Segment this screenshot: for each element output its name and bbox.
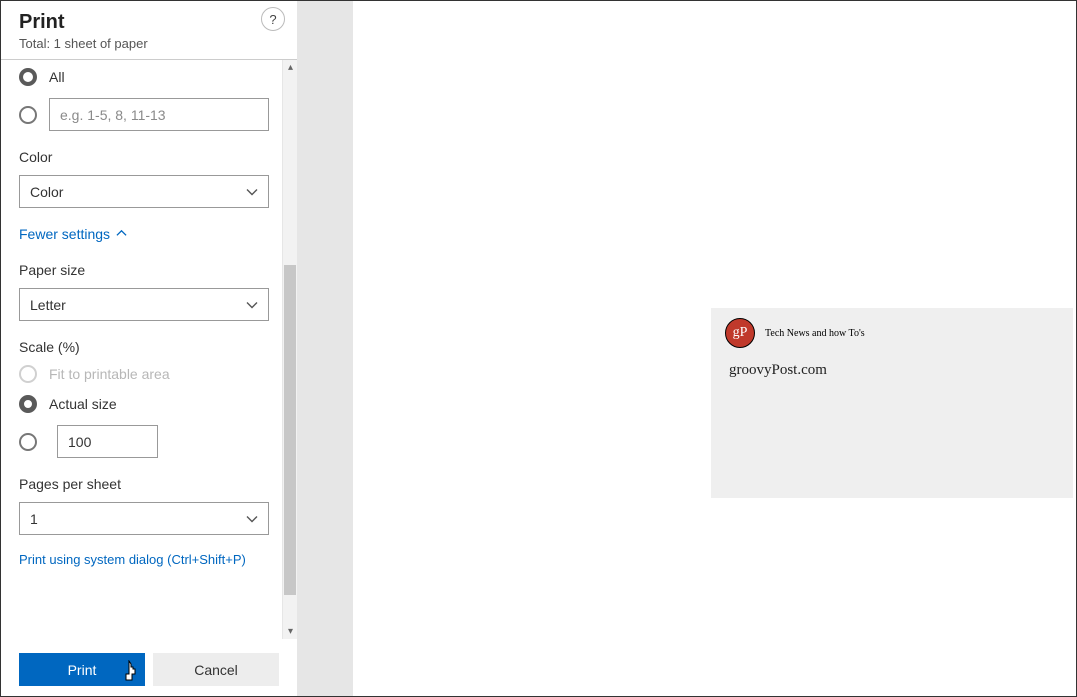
print-preview: gP Tech News and how To's groovyPost.com [353,1,1076,696]
print-button[interactable]: Print [19,653,145,686]
scale-fit-label: Fit to printable area [49,366,170,382]
paper-size-select[interactable]: Letter [19,288,269,321]
settings-scroll-area: All Color Color Fewer settings [1,59,297,639]
fewer-settings-toggle[interactable]: Fewer settings [19,226,127,242]
pps-value: 1 [30,511,38,527]
fewer-settings-label: Fewer settings [19,226,110,242]
system-dialog-link[interactable]: Print using system dialog (Ctrl+Shift+P) [19,552,246,567]
scale-actual-option[interactable]: Actual size [19,395,279,413]
preview-header: gP Tech News and how To's [711,308,1073,348]
settings-content: All Color Color Fewer settings [1,60,297,639]
pps-label: Pages per sheet [19,476,279,492]
help-button[interactable]: ? [261,7,285,31]
pages-range-input[interactable] [49,98,269,131]
chevron-down-icon [246,186,258,198]
radio-icon [19,106,37,124]
site-logo-icon: gP [725,318,755,348]
dialog-title: Print [19,11,279,34]
site-name: groovyPost.com [711,348,1073,379]
site-tagline: Tech News and how To's [765,328,865,339]
cursor-icon [123,660,141,682]
cancel-button[interactable]: Cancel [153,653,279,686]
preview-page: gP Tech News and how To's groovyPost.com [711,308,1073,498]
scrollbar[interactable]: ▴ ▾ [282,60,297,639]
pps-select[interactable]: 1 [19,502,269,535]
pages-all-option[interactable]: All [19,68,279,86]
scroll-down-icon[interactable]: ▾ [285,626,296,637]
scale-actual-label: Actual size [49,396,117,412]
paper-size-label: Paper size [19,262,279,278]
preview-gutter [297,1,353,696]
scale-custom-input[interactable] [57,425,158,458]
scroll-up-icon[interactable]: ▴ [285,62,296,73]
radio-icon [19,395,37,413]
chevron-up-icon [116,226,127,242]
color-select[interactable]: Color [19,175,269,208]
scale-label: Scale (%) [19,339,279,355]
color-label: Color [19,149,279,165]
sidebar-header: Print Total: 1 sheet of paper ? [1,1,297,59]
scale-fit-option[interactable]: Fit to printable area [19,365,279,383]
pages-all-label: All [49,69,65,85]
sheet-count: Total: 1 sheet of paper [19,36,279,51]
paper-size-value: Letter [30,297,66,313]
scrollbar-thumb[interactable] [284,265,296,595]
dialog-footer: Print Cancel [1,639,297,696]
print-sidebar: Print Total: 1 sheet of paper ? All Colo… [1,1,297,696]
chevron-down-icon [246,299,258,311]
color-value: Color [30,184,63,200]
radio-icon [19,68,37,86]
radio-icon [19,433,37,451]
radio-icon [19,365,37,383]
scale-custom-option[interactable] [19,425,279,458]
chevron-down-icon [246,513,258,525]
pages-range-option[interactable] [19,98,279,131]
